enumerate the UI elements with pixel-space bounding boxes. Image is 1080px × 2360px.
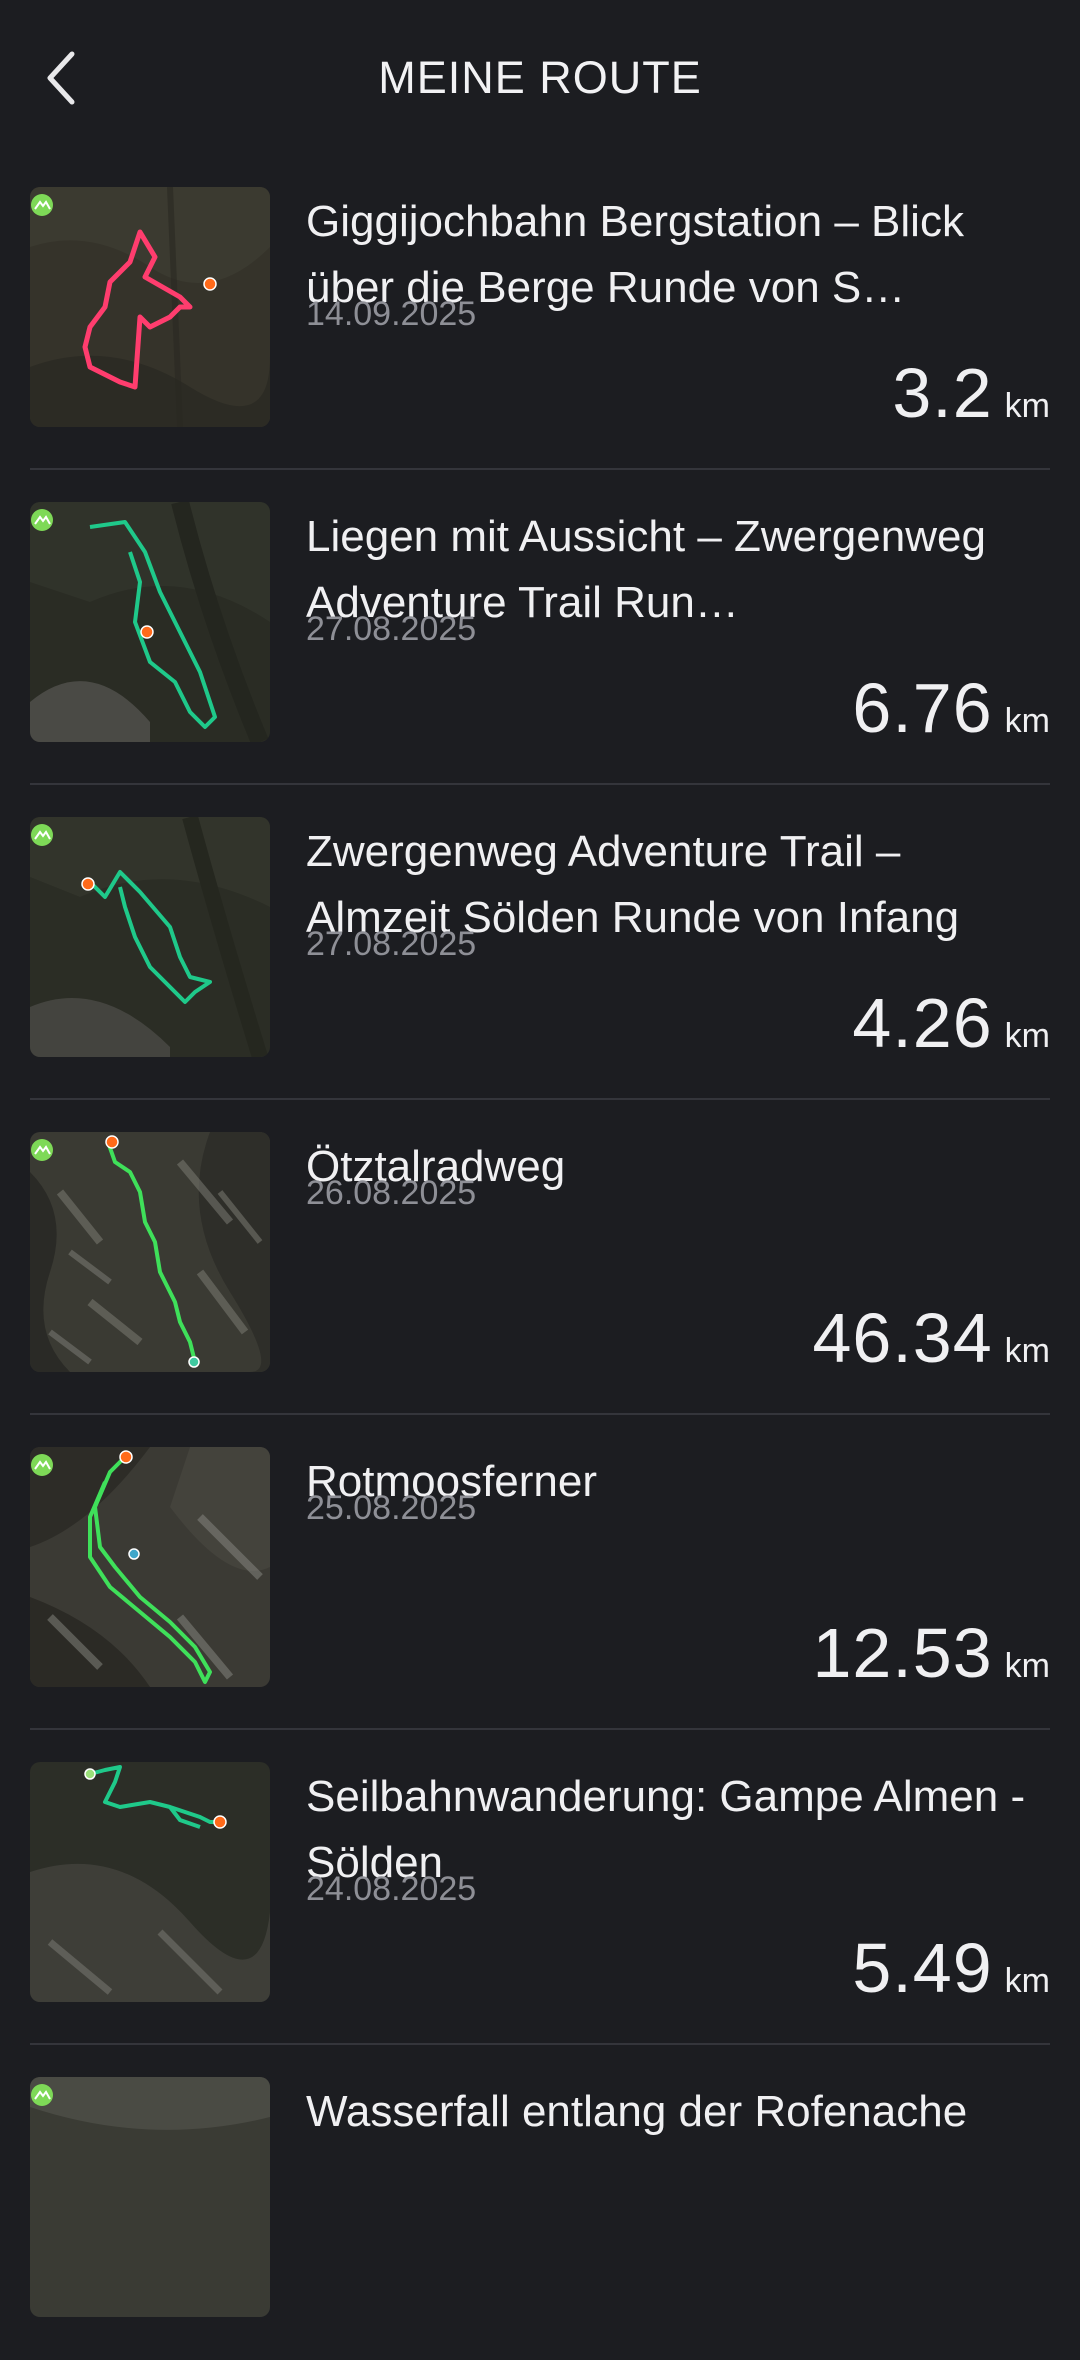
start-marker-icon [213,1815,227,1829]
start-marker-icon [81,877,95,891]
route-item[interactable]: Giggijochbahn Bergstation – Blick über d… [0,155,1080,470]
distance-unit: km [1004,1332,1050,1370]
start-marker-icon [203,277,217,291]
route-item[interactable]: Ötztalradweg 26.08.2025 46.34 km [0,1100,1080,1415]
route-date: 25.08.2025 [306,1489,477,1527]
start-marker-icon [105,1135,119,1149]
distance-value: 46.34 [812,1299,993,1377]
route-map-thumbnail [30,1132,270,1372]
distance-value: 6.76 [852,669,993,747]
route-list: Giggijochbahn Bergstation – Blick über d… [0,155,1080,2360]
page-title: MEINE ROUTE [378,52,702,103]
route-item[interactable]: Wasserfall entlang der Rofenache [0,2045,1080,2360]
route-item[interactable]: Liegen mit Aussicht – Zwergenweg Adventu… [0,470,1080,785]
route-distance: 46.34 km [813,1298,1051,1378]
end-marker-icon [188,1356,200,1368]
end-marker-icon [128,1548,140,1560]
app-header: MEINE ROUTE [0,0,1080,155]
route-distance: 12.53 km [813,1613,1051,1693]
route-map-thumbnail [30,502,270,742]
route-distance: 5.49 km [852,1928,1050,2008]
end-marker-icon [84,1768,96,1780]
route-date: 14.09.2025 [306,295,477,333]
route-map-thumbnail [30,187,270,427]
route-map-thumbnail [30,817,270,1057]
start-marker-icon [140,625,154,639]
route-date: 27.08.2025 [306,925,477,963]
route-item[interactable]: Seilbahnwanderung: Gampe Almen - Sölden … [0,1730,1080,2045]
route-date: 26.08.2025 [306,1174,477,1212]
distance-value: 12.53 [812,1614,993,1692]
route-item[interactable]: Rotmoosferner 25.08.2025 12.53 km [0,1415,1080,1730]
distance-unit: km [1004,702,1050,740]
distance-value: 3.2 [892,354,993,432]
distance-unit: km [1004,1017,1050,1055]
route-date: 27.08.2025 [306,610,477,648]
route-map-thumbnail [30,1447,270,1687]
distance-unit: km [1004,1647,1050,1685]
start-marker-icon [119,1450,133,1464]
distance-value: 5.49 [852,1929,993,2007]
route-distance: 3.2 km [892,353,1050,433]
route-distance: 4.26 km [852,983,1050,1063]
route-title: Wasserfall entlang der Rofenache [306,2087,968,2136]
distance-unit: km [1004,1962,1050,2000]
route-map-thumbnail [30,2077,270,2317]
route-item[interactable]: Zwergenweg Adventure Trail – Almzeit Söl… [0,785,1080,1100]
distance-value: 4.26 [852,984,993,1062]
route-map-thumbnail [30,1762,270,2002]
route-distance: 6.76 km [852,668,1050,748]
route-date: 24.08.2025 [306,1870,477,1908]
distance-unit: km [1004,387,1050,425]
